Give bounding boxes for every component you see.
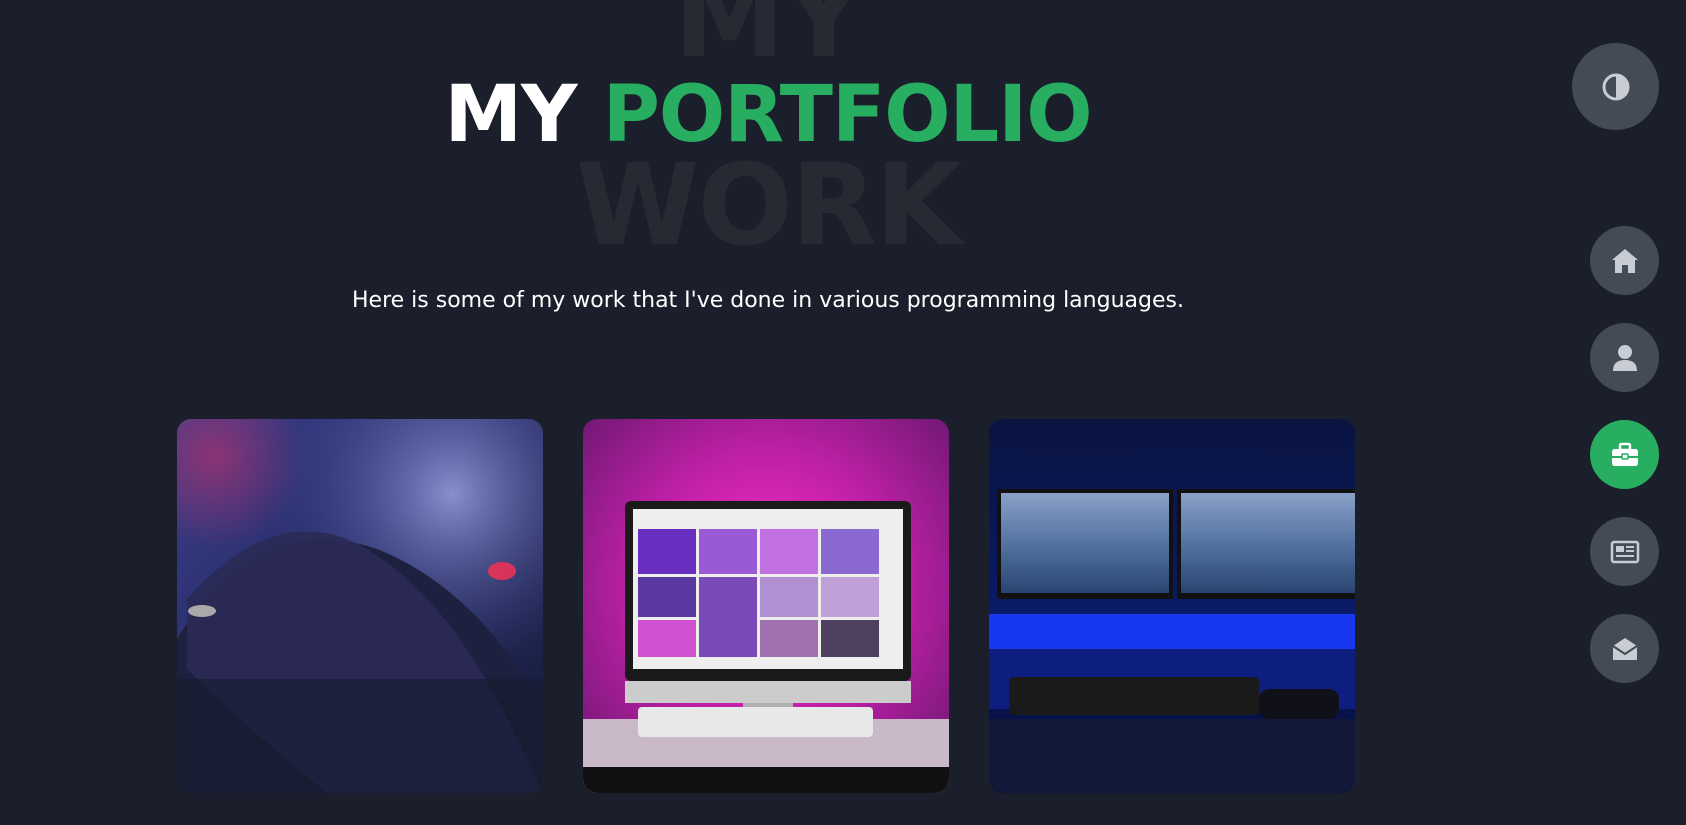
page-subtitle: Here is some of my work that I've done i… <box>352 288 1184 313</box>
contrast-icon <box>1602 73 1629 100</box>
home-icon <box>1611 248 1638 273</box>
nav-item-blogs[interactable] <box>1590 517 1659 586</box>
hand-on-keyboard-image <box>177 419 543 793</box>
portfolio-item-2[interactable] <box>583 419 949 793</box>
pink-desk-monitor-image <box>583 419 949 793</box>
nav-item-portfolio[interactable] <box>1590 420 1659 489</box>
envelope-open-icon <box>1611 637 1638 660</box>
background-text-top: MY <box>673 0 865 83</box>
title-white-part: MY <box>444 70 577 160</box>
nav-item-home[interactable] <box>1590 226 1659 295</box>
background-text-bottom: WORK <box>576 141 962 271</box>
portfolio-page: MY MY PORTFOLIO WORK Here is some of my … <box>0 0 1686 825</box>
nav-item-contact[interactable] <box>1590 614 1659 683</box>
blue-dual-monitor-image <box>989 419 1355 793</box>
side-navigation <box>1590 226 1659 683</box>
portfolio-grid <box>177 419 1355 793</box>
newspaper-icon <box>1610 540 1639 563</box>
theme-toggle-button[interactable] <box>1572 43 1659 130</box>
portfolio-item-1[interactable] <box>177 419 543 793</box>
heading-section: MY MY PORTFOLIO WORK Here is some of my … <box>0 0 1560 313</box>
briefcase-icon <box>1611 442 1638 466</box>
nav-item-about[interactable] <box>1590 323 1659 392</box>
user-icon <box>1612 344 1637 371</box>
portfolio-item-3[interactable] <box>989 419 1355 793</box>
